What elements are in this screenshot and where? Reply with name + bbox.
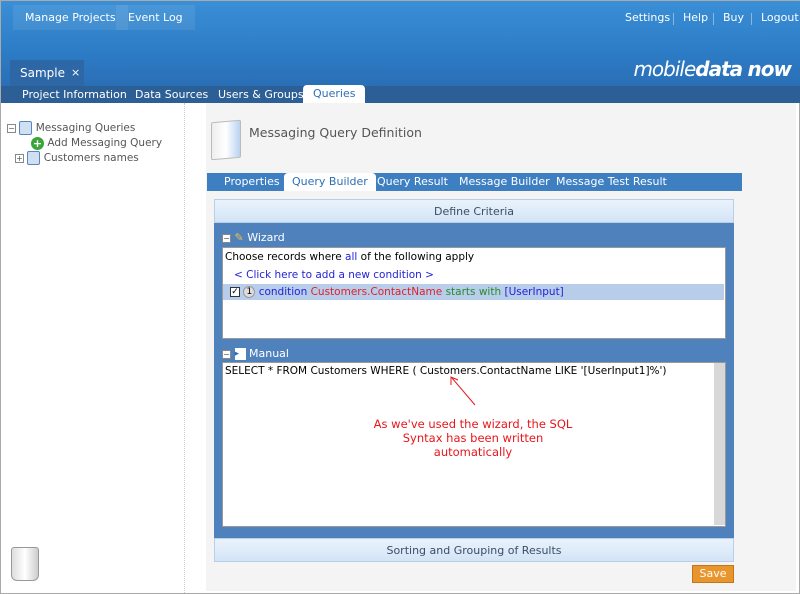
- match-all-link[interactable]: all: [345, 251, 357, 263]
- tab-users-groups[interactable]: Users & Groups: [208, 86, 314, 103]
- criteria-panel: − ✎ Wizard Choose records where all of t…: [214, 223, 734, 539]
- project-nav: Project Information Data Sources Users &…: [1, 85, 800, 103]
- folder-icon: [211, 119, 241, 161]
- wizard-box: Choose records where all of the followin…: [222, 247, 726, 339]
- divider: [713, 13, 714, 25]
- tree-label: Messaging Queries: [35, 122, 136, 134]
- query-icon: [27, 151, 41, 165]
- event-log-button[interactable]: Event Log: [116, 5, 195, 30]
- buy-link[interactable]: Buy: [723, 5, 744, 30]
- define-criteria-header[interactable]: Define Criteria: [214, 199, 734, 223]
- tab-data-sources[interactable]: Data Sources: [125, 86, 218, 103]
- tree-item-add-query[interactable]: + Add Messaging Query: [31, 136, 162, 151]
- tree-item-messaging-queries[interactable]: − Messaging Queries: [7, 121, 135, 136]
- arrow-icon: [450, 376, 476, 406]
- project-tab-label: Sample: [20, 66, 65, 80]
- query-tabs: Properties Query Builder Query Result Me…: [207, 173, 742, 191]
- tab-queries[interactable]: Queries: [303, 85, 366, 103]
- sql-textarea[interactable]: SELECT * FROM Customers WHERE ( Customer…: [222, 362, 726, 527]
- recycle-bin-icon[interactable]: [11, 547, 39, 581]
- manage-projects-button[interactable]: Manage Projects: [13, 5, 128, 30]
- logout-link[interactable]: Logout: [761, 5, 799, 30]
- tab-project-information[interactable]: Project Information: [12, 86, 137, 103]
- tab-message-builder[interactable]: Message Builder: [451, 173, 558, 191]
- page-title: Messaging Query Definition: [249, 125, 422, 140]
- settings-link[interactable]: Settings: [625, 5, 670, 30]
- manual-icon: ▸: [234, 348, 246, 360]
- condition-field[interactable]: Customers.ContactName: [311, 286, 443, 298]
- project-tab-sample[interactable]: Sample ×: [10, 60, 84, 86]
- condition-value[interactable]: [UserInput]: [504, 286, 563, 298]
- divider: [673, 13, 674, 25]
- condition-operator[interactable]: starts with: [446, 286, 502, 298]
- condition-checkbox[interactable]: ✓: [230, 287, 240, 297]
- logo: mobiledata now: [633, 57, 792, 81]
- tab-query-result[interactable]: Query Result: [369, 173, 456, 191]
- expand-icon[interactable]: +: [15, 153, 24, 163]
- wizard-header[interactable]: − ✎ Wizard: [222, 231, 285, 244]
- sidebar: − Messaging Queries + Add Messaging Quer…: [1, 103, 185, 593]
- collapse-icon[interactable]: −: [7, 123, 16, 133]
- wizard-label: Wizard: [247, 231, 285, 244]
- tab-query-builder[interactable]: Query Builder: [284, 173, 376, 191]
- tab-message-test-result[interactable]: Message Test Result: [548, 173, 675, 191]
- sorting-grouping-header[interactable]: Sorting and Grouping of Results: [214, 538, 734, 562]
- tree-item-customers-names[interactable]: + Customers names: [15, 151, 139, 166]
- choose-records-text: Choose records where all of the followin…: [225, 251, 474, 263]
- condition-row[interactable]: ✓ 1 condition Customers.ContactName star…: [223, 284, 724, 300]
- divider: [751, 13, 752, 25]
- save-button[interactable]: Save: [692, 565, 734, 583]
- add-icon: +: [31, 136, 44, 150]
- close-icon[interactable]: ×: [71, 60, 80, 86]
- query-icon: [19, 121, 33, 135]
- condition-number: 1: [243, 286, 256, 298]
- manual-header[interactable]: − ▸ Manual: [222, 347, 289, 360]
- tree-label: Customers names: [43, 152, 139, 164]
- sql-text[interactable]: SELECT * FROM Customers WHERE ( Customer…: [225, 365, 667, 377]
- help-link[interactable]: Help: [683, 5, 708, 30]
- scrollbar[interactable]: [714, 363, 725, 525]
- header: Manage Projects Event Log Settings Help …: [1, 1, 800, 86]
- text: of the following apply: [360, 251, 475, 263]
- annotation-note: As we've used the wizard, the SQL Syntax…: [373, 417, 573, 459]
- collapse-icon[interactable]: −: [222, 233, 231, 243]
- tab-properties[interactable]: Properties: [216, 173, 288, 191]
- add-condition-link[interactable]: < Click here to add a new condition >: [234, 269, 434, 281]
- tree-label: Add Messaging Query: [47, 137, 163, 149]
- condition-word[interactable]: condition: [259, 286, 308, 298]
- manual-label: Manual: [249, 347, 289, 360]
- text: Choose records where: [225, 251, 342, 263]
- collapse-icon[interactable]: −: [222, 349, 231, 359]
- wand-icon: ✎: [234, 231, 244, 244]
